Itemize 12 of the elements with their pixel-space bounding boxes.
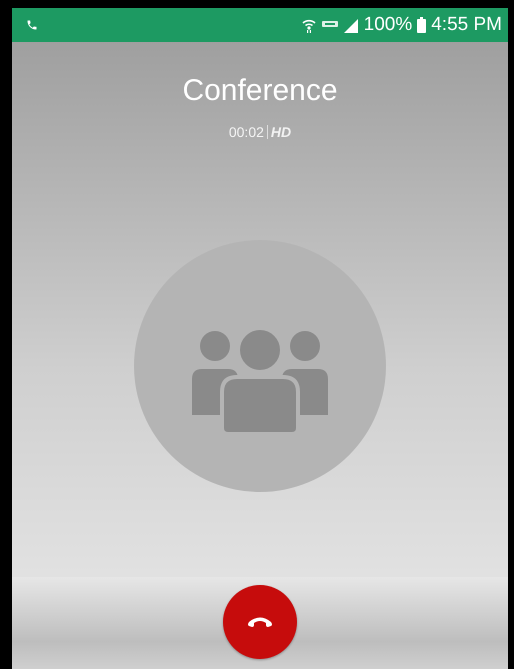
signal-icon [342, 17, 359, 33]
end-call-button[interactable] [223, 585, 297, 659]
phone-icon [26, 19, 38, 31]
hd-label: HD [270, 124, 292, 140]
network-type-icon [322, 20, 338, 30]
call-duration: 00:02 [228, 124, 264, 140]
battery-percentage: 100% [364, 14, 412, 36]
call-title: Conference [182, 74, 338, 108]
wifi-icon [300, 17, 317, 33]
hang-up-icon [247, 616, 273, 628]
clock-time: 4:55 PM [431, 14, 502, 36]
battery-icon [417, 17, 426, 33]
